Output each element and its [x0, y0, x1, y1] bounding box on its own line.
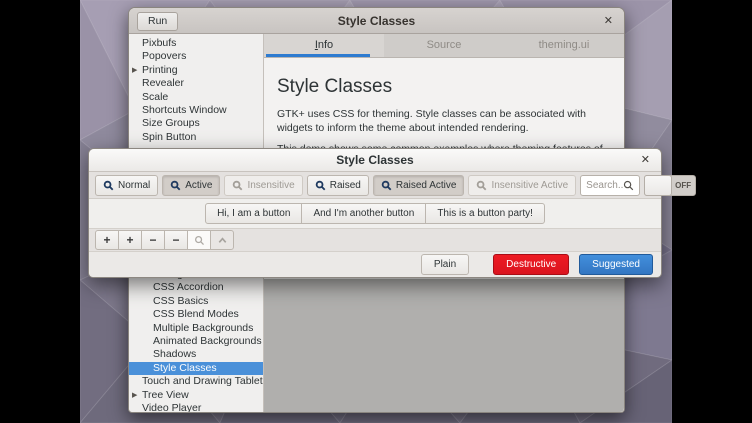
tab-label: theming.ui — [539, 39, 590, 51]
off-switch[interactable]: OFF — [644, 175, 696, 196]
sidebar-item-label: Printing — [142, 64, 178, 76]
button-label: Raised — [330, 180, 361, 191]
sidebar-item-tree-view[interactable]: ▶ Tree View — [129, 389, 263, 402]
close-icon[interactable]: ✕ — [641, 149, 650, 171]
toolbar-button-insensitive: Insensitive — [224, 175, 302, 196]
search-icon — [232, 180, 243, 191]
collapse-button-disabled — [210, 230, 234, 250]
plain-button[interactable]: Plain — [421, 254, 469, 275]
search-icon — [170, 180, 181, 191]
sidebar-item-revealer[interactable]: Revealer — [129, 77, 263, 90]
add-button[interactable]: + — [118, 230, 142, 250]
sidebar-item-printing[interactable]: ▶ Printing — [129, 64, 263, 77]
button-label: Normal — [118, 180, 150, 191]
sidebar-item-label: Tree View — [142, 389, 189, 401]
switch-state-label: OFF — [671, 176, 695, 196]
search-input-wrap — [580, 175, 640, 196]
sidebar-item-css-accordion[interactable]: CSS Accordion — [129, 281, 263, 294]
search-icon — [476, 180, 487, 191]
sidebar-item-pixbufs[interactable]: Pixbufs — [129, 37, 263, 50]
sidebar-item-scale[interactable]: Scale — [129, 91, 263, 104]
sidebar-item-css-basics[interactable]: CSS Basics — [129, 295, 263, 308]
expander-right-icon[interactable]: ▶ — [132, 64, 137, 78]
dialog-titlebar[interactable]: Style Classes ✕ — [89, 149, 661, 172]
sidebar-item-style-classes[interactable]: Style Classes — [129, 362, 263, 375]
info-paragraph-1: GTK+ uses CSS for theming. Style classes… — [277, 108, 608, 136]
info-page-empty-area — [264, 279, 624, 412]
sidebar-item-shadows[interactable]: Shadows — [129, 348, 263, 361]
sidebar-item-css-blend-modes[interactable]: CSS Blend Modes — [129, 308, 263, 321]
toolbar-button-raised[interactable]: Raised — [307, 175, 369, 196]
tab-label: Source — [427, 39, 462, 51]
button-label: Insensitive — [247, 180, 294, 191]
sidebar-item-animated-backgrounds[interactable]: Animated Backgrounds — [129, 335, 263, 348]
dialog-title: Style Classes — [89, 149, 661, 171]
search-icon — [381, 180, 392, 191]
tab-label: Info — [315, 34, 333, 57]
sidebar-item-touch-and-drawing-tablets[interactable]: Touch and Drawing Tablets — [129, 375, 263, 388]
sidebar-item-multiple-backgrounds[interactable]: Multiple Backgrounds — [129, 322, 263, 335]
main-titlebar[interactable]: Run Style Classes ✕ — [129, 8, 624, 34]
remove-button[interactable]: − — [164, 230, 188, 250]
toolbar-button-raised-active[interactable]: Raised Active — [373, 175, 465, 196]
button-label: Raised Active — [396, 180, 457, 191]
button-label: Active — [185, 180, 212, 191]
toolbar-button-insensitive-active: Insensitive Active — [468, 175, 576, 196]
close-icon[interactable]: ✕ — [604, 8, 613, 34]
main-window-title: Style Classes — [129, 8, 624, 34]
sidebar-item-shortcuts-window[interactable]: Shortcuts Window — [129, 104, 263, 117]
primary-toolbar: Normal Active Insensitive Raised Raised … — [89, 172, 661, 199]
search-icon — [194, 235, 205, 246]
toolbar-button-active[interactable]: Active — [162, 175, 220, 196]
button-label: Insensitive Active — [491, 180, 568, 191]
sidebar-item-popovers[interactable]: Popovers — [129, 50, 263, 63]
dialog-action-area: Plain Destructive Suggested — [89, 252, 661, 277]
style-classes-dialog: Style Classes ✕ Normal Active Insensitiv… — [88, 148, 662, 278]
search-icon — [315, 180, 326, 191]
screen: Run Style Classes ✕ Pixbufs Popovers ▶ P… — [0, 0, 752, 423]
tab-info[interactable]: Info — [264, 34, 384, 57]
sidebar-item-spin-button[interactable]: Spin Button — [129, 131, 263, 144]
search-button-disabled — [187, 230, 211, 250]
suggested-button[interactable]: Suggested — [579, 254, 653, 275]
linked-button-3[interactable]: This is a button party! — [425, 203, 545, 224]
sidebar-list-top: Pixbufs Popovers ▶ Printing Revealer Sca… — [129, 37, 263, 144]
linked-button-group: Hi, I am a button And I'm another button… — [205, 203, 545, 224]
chevron-up-icon — [217, 235, 228, 246]
search-input[interactable] — [586, 180, 623, 191]
linked-buttons-row: Hi, I am a button And I'm another button… — [89, 199, 661, 228]
remove-button[interactable]: − — [141, 230, 165, 250]
inline-toolbar: + + − − — [89, 228, 661, 252]
sidebar-list-bottom: ▼ Theming CSS Accordion CSS Basics CSS B… — [129, 268, 263, 412]
sidebar-item-video-player[interactable]: Video Player — [129, 402, 263, 412]
sidebar-item-size-groups[interactable]: Size Groups — [129, 117, 263, 130]
linked-button-2[interactable]: And I'm another button — [301, 203, 426, 224]
page-title: Style Classes — [277, 76, 608, 98]
switch-handle[interactable] — [644, 175, 672, 196]
run-button[interactable]: Run — [137, 12, 178, 31]
toolbar-button-normal[interactable]: Normal — [95, 175, 158, 196]
linked-button-1[interactable]: Hi, I am a button — [205, 203, 302, 224]
tab-theming-ui[interactable]: theming.ui — [504, 34, 624, 57]
tab-bar: Info Source theming.ui — [264, 34, 624, 58]
search-icon — [623, 180, 634, 191]
expander-right-icon[interactable]: ▶ — [132, 389, 137, 403]
search-icon — [103, 180, 114, 191]
destructive-button[interactable]: Destructive — [493, 254, 569, 275]
tab-source[interactable]: Source — [384, 34, 504, 57]
add-button[interactable]: + — [95, 230, 119, 250]
